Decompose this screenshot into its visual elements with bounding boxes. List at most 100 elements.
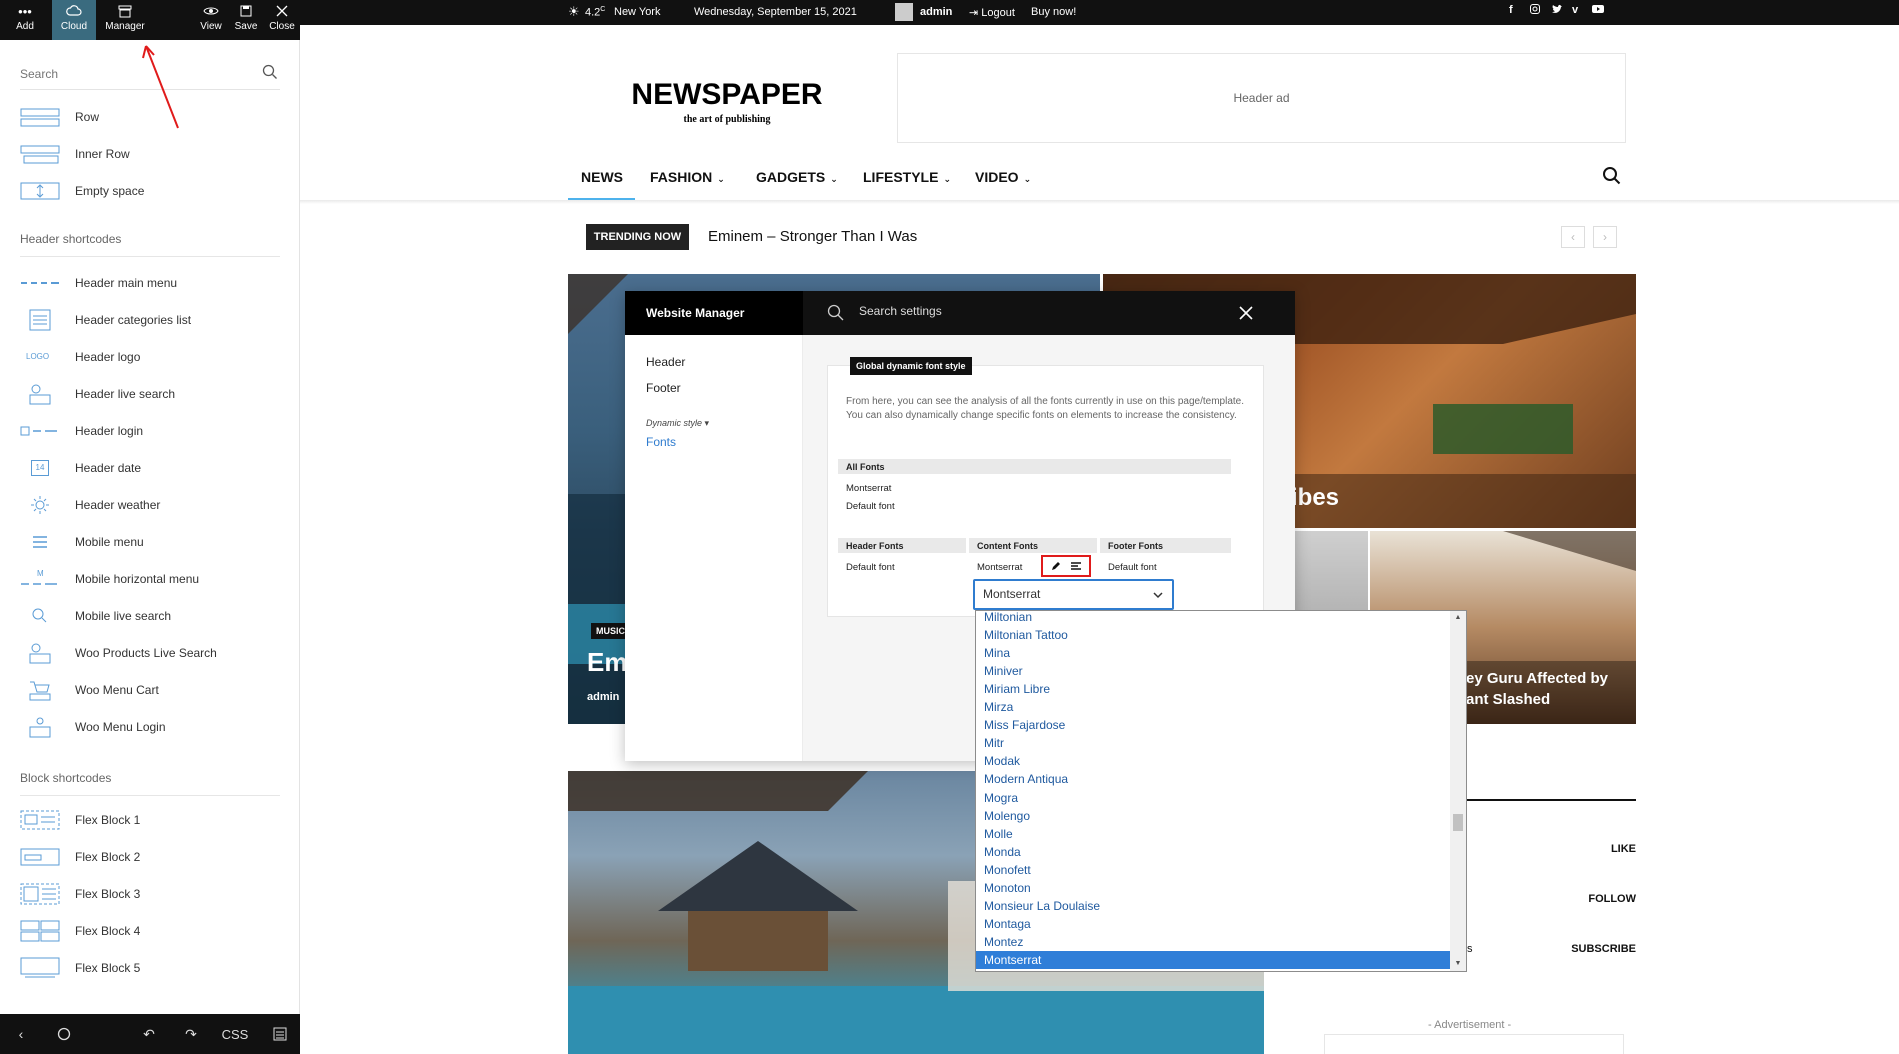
facebook-icon[interactable]: f xyxy=(1509,4,1513,16)
weather-city: New York xyxy=(614,6,661,18)
scroll-down-icon[interactable]: ▼ xyxy=(1453,959,1463,969)
social-like[interactable]: LIKE xyxy=(1611,843,1636,855)
circle-icon[interactable] xyxy=(46,1014,82,1054)
font-option[interactable]: Montez xyxy=(976,933,1450,951)
element-header-live-search[interactable]: Header live search xyxy=(20,375,280,412)
back-icon[interactable]: ‹ xyxy=(3,1014,39,1054)
element-header-date[interactable]: 14 Header date xyxy=(20,449,280,486)
element-mobile-menu[interactable]: Mobile menu xyxy=(20,523,280,560)
font-option[interactable]: Miriam Libre xyxy=(976,680,1450,698)
scroll-up-icon[interactable]: ▲ xyxy=(1453,613,1463,623)
element-flex-block-1[interactable]: Flex Block 1 xyxy=(20,801,280,838)
element-empty-space[interactable]: Empty space xyxy=(20,172,280,209)
element-flex-block-2[interactable]: Flex Block 2 xyxy=(20,838,280,875)
element-header-weather[interactable]: Header weather xyxy=(20,486,280,523)
featured-right-title-fragment[interactable]: ibes xyxy=(1291,484,1339,512)
trending-next-button[interactable]: › xyxy=(1593,226,1617,248)
view-button[interactable]: View xyxy=(196,0,226,40)
nav-gadgets[interactable]: GADGETS ⌄ xyxy=(756,169,838,185)
search-icon[interactable] xyxy=(1602,166,1622,186)
font-option[interactable]: Modak xyxy=(976,752,1450,770)
font-option[interactable]: Miltonian xyxy=(976,611,1450,626)
save-button[interactable]: Save xyxy=(231,0,261,40)
search-icon[interactable] xyxy=(827,304,845,322)
font-option[interactable]: Monoton xyxy=(976,879,1450,897)
nav-fashion[interactable]: FASHION ⌄ xyxy=(650,169,725,185)
wm-nav-fonts[interactable]: Fonts xyxy=(646,435,676,449)
font-option[interactable]: Mirza xyxy=(976,698,1450,716)
element-woo-menu-login[interactable]: Woo Menu Login xyxy=(20,708,280,745)
search-icon[interactable] xyxy=(262,64,278,80)
element-header-main-menu[interactable]: Header main menu xyxy=(20,264,280,301)
scrollbar-thumb[interactable] xyxy=(1453,814,1463,831)
element-woo-menu-cart[interactable]: Woo Menu Cart xyxy=(20,671,280,708)
redo-icon[interactable]: ↷ xyxy=(173,1014,209,1054)
font-option[interactable]: Mogra xyxy=(976,789,1450,807)
element-label: Header weather xyxy=(75,497,161,512)
featured-author[interactable]: admin xyxy=(587,691,619,703)
undo-icon[interactable]: ↶ xyxy=(131,1014,167,1054)
wm-dynamic-style-toggle[interactable]: Dynamic style ▾ xyxy=(646,418,709,429)
nav-lifestyle[interactable]: LIFESTYLE ⌄ xyxy=(863,169,951,185)
site-logo[interactable]: NEWSPAPER the art of publishing xyxy=(620,78,834,125)
font-option[interactable]: Mina xyxy=(976,644,1450,662)
element-header-logo[interactable]: LOGO Header logo xyxy=(20,338,280,375)
close-icon[interactable] xyxy=(1236,303,1256,323)
element-mobile-horizontal-menu[interactable]: M Mobile horizontal menu xyxy=(20,560,280,597)
featured-title-fragment[interactable]: Em xyxy=(587,647,627,678)
twitter-icon[interactable] xyxy=(1551,4,1563,17)
trending-prev-button[interactable]: ‹ xyxy=(1561,226,1585,248)
cloud-button[interactable]: Cloud xyxy=(52,0,96,40)
dropdown-scrollbar[interactable]: ▲ ▼ xyxy=(1450,611,1466,971)
trending-title[interactable]: Eminem – Stronger Than I Was xyxy=(708,228,917,245)
settings-search-input[interactable]: Search settings xyxy=(859,304,942,318)
element-flex-block-4[interactable]: Flex Block 4 xyxy=(20,912,280,949)
layers-icon[interactable] xyxy=(262,1014,298,1054)
element-label: Header logo xyxy=(75,349,141,364)
font-option[interactable]: Monsieur La Doulaise xyxy=(976,897,1450,915)
buy-now-link[interactable]: Buy now! xyxy=(1031,6,1076,18)
pencil-icon[interactable] xyxy=(1049,559,1063,573)
user-name[interactable]: admin xyxy=(920,6,952,18)
nav-news[interactable]: NEWS xyxy=(581,169,623,185)
font-option[interactable]: Miss Fajardose xyxy=(976,716,1450,734)
font-select[interactable]: Montserrat xyxy=(973,579,1174,610)
featured-right-b-title-line1[interactable]: ey Guru Affected by xyxy=(1466,670,1608,687)
featured-right-b-title-line2[interactable]: ant Slashed xyxy=(1466,691,1550,708)
social-follow[interactable]: FOLLOW xyxy=(1588,893,1636,905)
element-header-categories-list[interactable]: Header categories list xyxy=(20,301,280,338)
social-subscribe[interactable]: SUBSCRIBE xyxy=(1571,943,1636,955)
css-button[interactable]: CSS xyxy=(217,1014,253,1054)
vimeo-icon[interactable]: v xyxy=(1572,4,1578,16)
align-icon[interactable] xyxy=(1069,559,1083,573)
wm-nav-header[interactable]: Header xyxy=(646,355,685,369)
youtube-icon[interactable] xyxy=(1592,4,1604,17)
user-avatar[interactable] xyxy=(895,3,913,21)
font-option[interactable]: Molengo xyxy=(976,807,1450,825)
font-option[interactable]: Molle xyxy=(976,825,1450,843)
element-mobile-live-search[interactable]: Mobile live search xyxy=(20,597,280,634)
instagram-icon[interactable] xyxy=(1530,4,1540,17)
font-option[interactable]: Montaga xyxy=(976,915,1450,933)
add-button[interactable]: ••• Add xyxy=(8,0,42,40)
font-option[interactable]: Monofett xyxy=(976,861,1450,879)
close-button[interactable]: Close xyxy=(266,0,298,40)
font-option[interactable]: Miniver xyxy=(976,662,1450,680)
website-manager-title: Website Manager xyxy=(625,291,803,335)
logout-link[interactable]: ⇥ Logout xyxy=(969,6,1015,19)
element-woo-products-live-search[interactable]: Woo Products Live Search xyxy=(20,634,280,671)
manager-button[interactable]: Manager xyxy=(100,0,150,40)
hamburger-icon xyxy=(20,531,62,553)
element-header-login[interactable]: Header login xyxy=(20,412,280,449)
wm-nav-footer[interactable]: Footer xyxy=(646,381,681,395)
font-option[interactable]: Modern Antiqua xyxy=(976,770,1450,788)
font-option[interactable]: Mitr xyxy=(976,734,1450,752)
font-option[interactable]: Montserrat xyxy=(976,950,1450,969)
element-flex-block-5[interactable]: Flex Block 5 xyxy=(20,949,280,986)
font-option[interactable]: Monda xyxy=(976,843,1450,861)
nav-video[interactable]: VIDEO ⌄ xyxy=(975,169,1031,185)
element-inner-row[interactable]: Inner Row xyxy=(20,135,280,172)
font-option[interactable]: Miltonian Tattoo xyxy=(976,626,1450,644)
element-flex-block-3[interactable]: Flex Block 3 xyxy=(20,875,280,912)
mobile-search-icon xyxy=(20,605,62,627)
